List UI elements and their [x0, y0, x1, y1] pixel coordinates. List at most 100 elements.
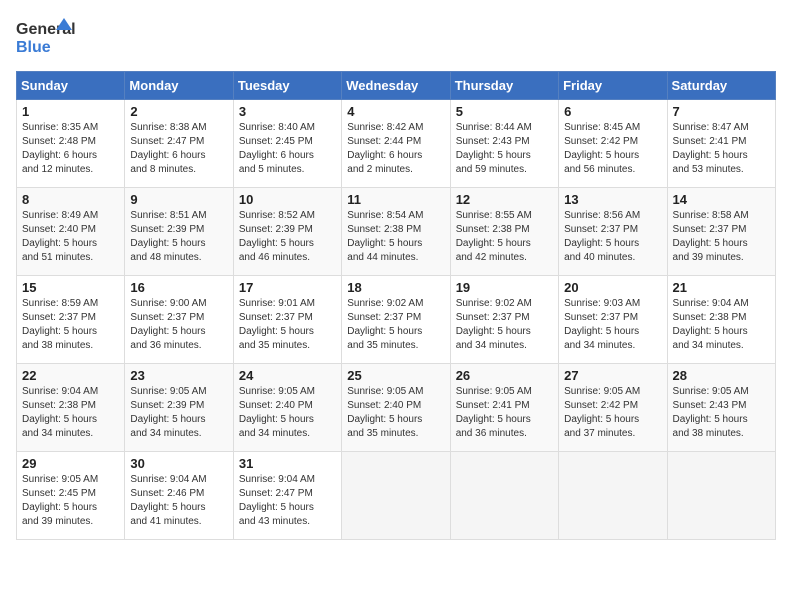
day-cell-14: 14 Sunrise: 8:58 AM Sunset: 2:37 PM Dayli…: [667, 188, 775, 276]
page-header: GeneralBlue: [16, 16, 776, 61]
day-cell-8: 8 Sunrise: 8:49 AM Sunset: 2:40 PM Daylig…: [17, 188, 125, 276]
day-info: Sunrise: 8:49 AM Sunset: 2:40 PM Dayligh…: [22, 209, 119, 265]
day-cell-24: 24Sunrise: 9:05 AM Sunset: 2:40 PM Dayli…: [233, 364, 341, 452]
day-info: Sunrise: 9:05 AM Sunset: 2:43 PM Dayligh…: [673, 385, 770, 441]
day-info: Sunrise: 9:04 AM Sunset: 2:46 PM Dayligh…: [130, 473, 227, 529]
day-number: 31: [239, 456, 336, 471]
day-info: Sunrise: 9:05 AM Sunset: 2:41 PM Dayligh…: [456, 385, 553, 441]
day-number: 6: [564, 104, 661, 119]
day-cell-13: 13 Sunrise: 8:56 AM Sunset: 2:37 PM Dayli…: [559, 188, 667, 276]
day-info: Sunrise: 9:05 AM Sunset: 2:40 PM Dayligh…: [239, 385, 336, 441]
day-cell-22: 22Sunrise: 9:04 AM Sunset: 2:38 PM Dayli…: [17, 364, 125, 452]
day-info: Sunrise: 8:40 AM Sunset: 2:45 PM Dayligh…: [239, 121, 336, 177]
column-header-friday: Friday: [559, 72, 667, 100]
column-header-saturday: Saturday: [667, 72, 775, 100]
empty-cell: [342, 452, 450, 540]
day-info: Sunrise: 8:45 AM Sunset: 2:42 PM Dayligh…: [564, 121, 661, 177]
empty-cell: [667, 452, 775, 540]
day-number: 26: [456, 368, 553, 383]
day-cell-1: 1 Sunrise: 8:35 AM Sunset: 2:48 PM Daylig…: [17, 100, 125, 188]
day-cell-25: 25 Sunrise: 9:05 AM Sunset: 2:40 PM Dayli…: [342, 364, 450, 452]
day-number: 19: [456, 280, 553, 295]
day-info: Sunrise: 9:05 AM Sunset: 2:45 PM Dayligh…: [22, 473, 119, 529]
svg-text:Blue: Blue: [16, 39, 51, 56]
day-info: Sunrise: 9:05 AM Sunset: 2:42 PM Dayligh…: [564, 385, 661, 441]
day-cell-12: 12 Sunrise: 8:55 AM Sunset: 2:38 PM Dayli…: [450, 188, 558, 276]
day-number: 18: [347, 280, 444, 295]
day-number: 8: [22, 192, 119, 207]
day-cell-2: 2 Sunrise: 8:38 AM Sunset: 2:47 PM Daylig…: [125, 100, 233, 188]
day-cell-21: 21 Sunrise: 9:04 AM Sunset: 2:38 PM Dayli…: [667, 276, 775, 364]
day-info: Sunrise: 8:58 AM Sunset: 2:37 PM Dayligh…: [673, 209, 770, 265]
day-info: Sunrise: 8:54 AM Sunset: 2:38 PM Dayligh…: [347, 209, 444, 265]
day-info: Sunrise: 8:55 AM Sunset: 2:38 PM Dayligh…: [456, 209, 553, 265]
day-info: Sunrise: 8:56 AM Sunset: 2:37 PM Dayligh…: [564, 209, 661, 265]
day-cell-6: 6 Sunrise: 8:45 AM Sunset: 2:42 PM Daylig…: [559, 100, 667, 188]
day-cell-20: 20 Sunrise: 9:03 AM Sunset: 2:37 PM Dayli…: [559, 276, 667, 364]
day-cell-31: 31Sunrise: 9:04 AM Sunset: 2:47 PM Dayli…: [233, 452, 341, 540]
day-info: Sunrise: 8:44 AM Sunset: 2:43 PM Dayligh…: [456, 121, 553, 177]
day-number: 20: [564, 280, 661, 295]
day-info: Sunrise: 8:38 AM Sunset: 2:47 PM Dayligh…: [130, 121, 227, 177]
day-info: Sunrise: 9:03 AM Sunset: 2:37 PM Dayligh…: [564, 297, 661, 353]
day-cell-18: 18 Sunrise: 9:02 AM Sunset: 2:37 PM Dayli…: [342, 276, 450, 364]
day-number: 11: [347, 192, 444, 207]
day-number: 7: [673, 104, 770, 119]
day-cell-28: 28 Sunrise: 9:05 AM Sunset: 2:43 PM Dayli…: [667, 364, 775, 452]
day-cell-26: 26 Sunrise: 9:05 AM Sunset: 2:41 PM Dayli…: [450, 364, 558, 452]
day-number: 21: [673, 280, 770, 295]
day-number: 27: [564, 368, 661, 383]
day-cell-29: 29 Sunrise: 9:05 AM Sunset: 2:45 PM Dayli…: [17, 452, 125, 540]
day-info: Sunrise: 9:02 AM Sunset: 2:37 PM Dayligh…: [347, 297, 444, 353]
day-number: 25: [347, 368, 444, 383]
day-info: Sunrise: 9:02 AM Sunset: 2:37 PM Dayligh…: [456, 297, 553, 353]
day-info: Sunrise: 8:42 AM Sunset: 2:44 PM Dayligh…: [347, 121, 444, 177]
week-row-1: 1 Sunrise: 8:35 AM Sunset: 2:48 PM Daylig…: [17, 100, 776, 188]
day-cell-27: 27 Sunrise: 9:05 AM Sunset: 2:42 PM Dayli…: [559, 364, 667, 452]
day-info: Sunrise: 9:05 AM Sunset: 2:40 PM Dayligh…: [347, 385, 444, 441]
day-info: Sunrise: 8:51 AM Sunset: 2:39 PM Dayligh…: [130, 209, 227, 265]
day-info: Sunrise: 9:05 AM Sunset: 2:39 PM Dayligh…: [130, 385, 227, 441]
logo-svg: GeneralBlue: [16, 16, 76, 61]
day-cell-23: 23 Sunrise: 9:05 AM Sunset: 2:39 PM Dayli…: [125, 364, 233, 452]
day-cell-15: 15 Sunrise: 8:59 AM Sunset: 2:37 PM Dayli…: [17, 276, 125, 364]
day-info: Sunrise: 8:59 AM Sunset: 2:37 PM Dayligh…: [22, 297, 119, 353]
empty-cell: [450, 452, 558, 540]
day-cell-4: 4 Sunrise: 8:42 AM Sunset: 2:44 PM Daylig…: [342, 100, 450, 188]
column-header-sunday: Sunday: [17, 72, 125, 100]
day-number: 29: [22, 456, 119, 471]
day-number: 22: [22, 368, 119, 383]
day-number: 14: [673, 192, 770, 207]
day-number: 23: [130, 368, 227, 383]
day-cell-5: 5 Sunrise: 8:44 AM Sunset: 2:43 PM Daylig…: [450, 100, 558, 188]
day-number: 12: [456, 192, 553, 207]
logo: GeneralBlue: [16, 16, 76, 61]
day-number: 4: [347, 104, 444, 119]
column-header-wednesday: Wednesday: [342, 72, 450, 100]
day-number: 9: [130, 192, 227, 207]
day-info: Sunrise: 9:00 AM Sunset: 2:37 PM Dayligh…: [130, 297, 227, 353]
day-info: Sunrise: 9:04 AM Sunset: 2:38 PM Dayligh…: [673, 297, 770, 353]
day-number: 5: [456, 104, 553, 119]
day-number: 15: [22, 280, 119, 295]
day-number: 13: [564, 192, 661, 207]
day-cell-16: 16Sunrise: 9:00 AM Sunset: 2:37 PM Dayli…: [125, 276, 233, 364]
day-cell-19: 19 Sunrise: 9:02 AM Sunset: 2:37 PM Dayli…: [450, 276, 558, 364]
day-cell-10: 10Sunrise: 8:52 AM Sunset: 2:39 PM Dayli…: [233, 188, 341, 276]
empty-cell: [559, 452, 667, 540]
day-number: 28: [673, 368, 770, 383]
day-number: 10: [239, 192, 336, 207]
day-number: 2: [130, 104, 227, 119]
day-cell-3: 3 Sunrise: 8:40 AM Sunset: 2:45 PM Daylig…: [233, 100, 341, 188]
week-row-2: 8 Sunrise: 8:49 AM Sunset: 2:40 PM Daylig…: [17, 188, 776, 276]
day-info: Sunrise: 8:47 AM Sunset: 2:41 PM Dayligh…: [673, 121, 770, 177]
day-number: 1: [22, 104, 119, 119]
day-cell-7: 7 Sunrise: 8:47 AM Sunset: 2:41 PM Daylig…: [667, 100, 775, 188]
day-info: Sunrise: 8:35 AM Sunset: 2:48 PM Dayligh…: [22, 121, 119, 177]
week-row-3: 15 Sunrise: 8:59 AM Sunset: 2:37 PM Dayli…: [17, 276, 776, 364]
day-number: 3: [239, 104, 336, 119]
day-cell-17: 17Sunrise: 9:01 AM Sunset: 2:37 PM Dayli…: [233, 276, 341, 364]
day-cell-30: 30Sunrise: 9:04 AM Sunset: 2:46 PM Dayli…: [125, 452, 233, 540]
column-header-tuesday: Tuesday: [233, 72, 341, 100]
day-number: 17: [239, 280, 336, 295]
